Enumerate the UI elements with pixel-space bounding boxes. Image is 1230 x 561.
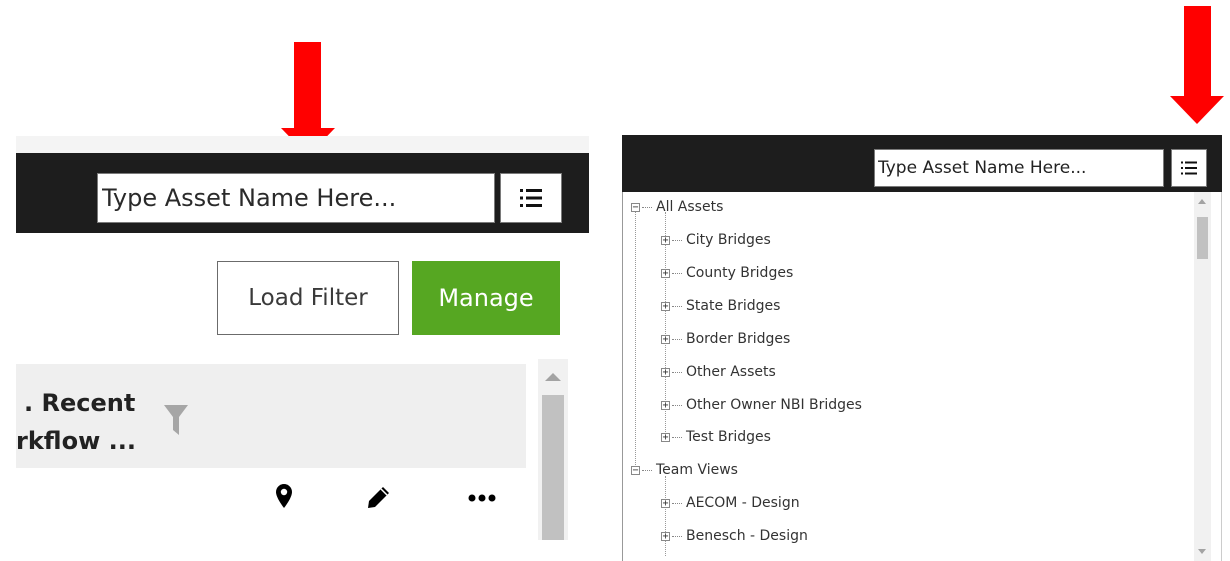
tree-node-label: Benesch - Design [686, 528, 808, 544]
expand-icon[interactable]: + [661, 432, 670, 442]
tree-node-label: Team Views [656, 462, 738, 478]
expand-icon[interactable]: + [661, 301, 670, 311]
tree-dots [672, 272, 682, 274]
card-title-line1: . Recent [16, 384, 166, 422]
collapse-icon[interactable]: − [631, 465, 640, 475]
manage-button[interactable]: Manage [412, 261, 560, 335]
tree-dots [672, 338, 682, 340]
scroll-up-arrow-icon[interactable] [1198, 199, 1206, 204]
list-icon [1181, 161, 1197, 175]
tree-dots [642, 206, 652, 208]
expand-icon[interactable]: + [661, 268, 670, 278]
tree-node-label: Border Bridges [686, 331, 791, 347]
expand-icon[interactable]: + [661, 367, 670, 377]
tree-dots [642, 469, 652, 471]
left-screenshot-panel: Load Filter Manage . Recent rkflow ... [16, 136, 589, 540]
top-header-bar [16, 153, 589, 233]
card-title-recent: Recent [41, 389, 136, 417]
asset-search-input[interactable] [97, 173, 495, 223]
tree-node-test-bridges[interactable]: + Test Bridges [661, 427, 771, 447]
map-pin-icon[interactable] [276, 484, 292, 508]
tree-dots [672, 305, 682, 307]
tree-node-state-bridges[interactable]: + State Bridges [661, 296, 780, 316]
tree-dots [672, 502, 682, 504]
scroll-down-arrow-icon[interactable] [1198, 549, 1206, 554]
tree-dots [672, 239, 682, 241]
collapse-icon[interactable]: − [631, 202, 640, 212]
more-dots-icon[interactable] [468, 494, 496, 502]
tree-node-city-bridges[interactable]: + City Bridges [661, 230, 771, 250]
asset-list-button[interactable] [1171, 149, 1207, 187]
expand-icon[interactable]: + [661, 400, 670, 410]
top-header-bar [622, 135, 1222, 192]
tree-node-other-owner-nbi-bridges[interactable]: + Other Owner NBI Bridges [661, 395, 862, 415]
tree-dots [672, 436, 682, 438]
card-action-row [16, 468, 526, 540]
expand-icon[interactable]: + [661, 531, 670, 541]
tree-node-label: Test Bridges [686, 429, 771, 445]
tree-node-border-bridges[interactable]: + Border Bridges [661, 329, 790, 349]
scrollbar-thumb[interactable] [542, 395, 564, 540]
card-title: . Recent rkflow ... [16, 384, 166, 460]
tree-dots [672, 371, 682, 373]
toolbar-area: Load Filter Manage . Recent rkflow ... [16, 233, 589, 540]
card-header: . Recent rkflow ... [16, 364, 526, 468]
tree-node-all-assets[interactable]: − All Assets [631, 197, 723, 217]
asset-search-input[interactable] [874, 149, 1164, 187]
card-scrollbar[interactable] [538, 359, 568, 540]
filter-funnel-icon[interactable] [164, 405, 188, 435]
tree-connector-line [635, 212, 636, 469]
card-title-fragment-prefix: . [24, 389, 34, 417]
tree-node-label: State Bridges [686, 298, 781, 314]
tree-node-label: City Bridges [686, 232, 771, 248]
tree-scrollbar[interactable] [1194, 192, 1211, 561]
right-screenshot-panel: − All Assets + City Bridges + County Bri… [622, 135, 1222, 561]
expand-icon[interactable]: + [661, 235, 670, 245]
tree-node-label: County Bridges [686, 265, 794, 281]
tree-dots [672, 404, 682, 406]
scrollbar-thumb[interactable] [1197, 217, 1208, 259]
recent-workflow-card: . Recent rkflow ... [16, 359, 526, 540]
tree-node-aecom-design[interactable]: + AECOM - Design [661, 493, 800, 513]
asset-list-button[interactable] [500, 173, 562, 223]
expand-icon[interactable]: + [661, 334, 670, 344]
scroll-up-arrow-icon[interactable] [545, 373, 561, 381]
tree-node-label: Other Owner NBI Bridges [686, 397, 862, 413]
card-title-line2: rkflow ... [16, 427, 136, 455]
tree-node-benesch-design[interactable]: + Benesch - Design [661, 526, 808, 546]
expand-icon[interactable]: + [661, 498, 670, 508]
tree-node-county-bridges[interactable]: + County Bridges [661, 263, 793, 283]
tree-node-other-assets[interactable]: + Other Assets [661, 362, 776, 382]
list-icon [520, 189, 542, 207]
pencil-icon[interactable] [368, 486, 390, 508]
tree-node-team-views[interactable]: − Team Views [631, 460, 738, 480]
tree-node-label: All Assets [656, 199, 724, 215]
asset-tree: − All Assets + City Bridges + County Bri… [622, 192, 1222, 561]
tree-node-label: Other Assets [686, 364, 776, 380]
tree-dots [672, 535, 682, 537]
load-filter-button[interactable]: Load Filter [217, 261, 399, 335]
tree-node-label: AECOM - Design [686, 495, 800, 511]
